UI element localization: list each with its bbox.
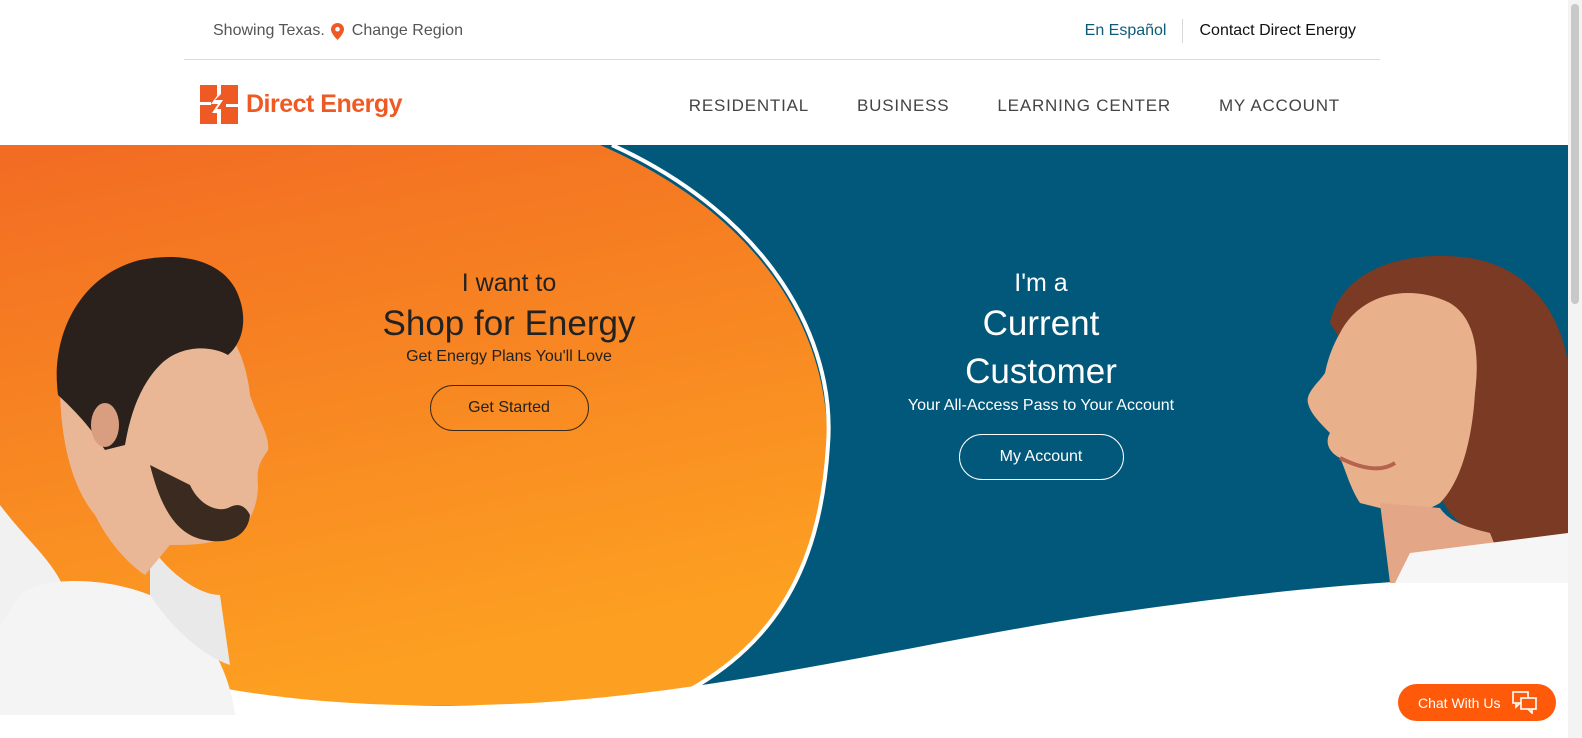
shop-subtitle: Get Energy Plans You'll Love xyxy=(406,348,612,365)
nav-item-residential[interactable]: RESIDENTIAL xyxy=(689,96,809,116)
nav-item-my-account[interactable]: MY ACCOUNT xyxy=(1219,96,1340,116)
woman-photo xyxy=(1307,255,1568,583)
hero-banner: I want to Shop for Energy Get Energy Pla… xyxy=(0,145,1568,738)
customer-headline-line1: Current xyxy=(982,304,1100,343)
showing-region-text: Showing Texas. xyxy=(213,22,325,39)
main-nav: RESIDENTIAL BUSINESS LEARNING CENTER MY … xyxy=(641,96,1340,116)
customer-kicker: I'm a xyxy=(1014,269,1068,297)
brand-logo[interactable]: Direct Energy xyxy=(200,84,403,124)
contact-link[interactable]: Contact Direct Energy xyxy=(1199,22,1356,40)
chat-with-us-button[interactable]: Chat With Us xyxy=(1398,684,1556,721)
nav-item-learning-center[interactable]: LEARNING CENTER xyxy=(997,96,1171,116)
customer-subtitle: Your All-Access Pass to Your Account xyxy=(907,397,1175,414)
utility-bar: Showing Texas. Change Region En Español … xyxy=(184,0,1380,60)
shop-kicker: I want to xyxy=(461,269,557,297)
shop-panel: I want to Shop for Energy Get Energy Pla… xyxy=(360,269,658,431)
my-account-button[interactable]: My Account xyxy=(958,434,1124,480)
change-region-link[interactable]: Change Region xyxy=(352,22,463,40)
shop-headline: Shop for Energy xyxy=(382,304,636,343)
brand-name: Direct Energy xyxy=(246,89,403,118)
nav-item-business[interactable]: BUSINESS xyxy=(857,96,949,116)
utility-divider xyxy=(1182,19,1184,43)
page-scrollbar[interactable] xyxy=(1568,0,1582,738)
get-started-button[interactable]: Get Started xyxy=(429,385,589,431)
scrollbar-thumb[interactable] xyxy=(1571,4,1579,304)
direct-energy-logo-mark xyxy=(200,84,238,124)
chat-bubbles-icon xyxy=(1512,691,1537,714)
utility-links: En Español Contact Direct Energy xyxy=(1085,19,1356,43)
customer-panel: I'm a Current Customer Your All-Access P… xyxy=(900,269,1182,480)
man-photo xyxy=(0,256,269,715)
location-pin-icon xyxy=(330,22,344,40)
customer-headline-line2: Customer xyxy=(965,352,1117,391)
chat-label: Chat With Us xyxy=(1418,694,1501,711)
spanish-language-link[interactable]: En Español xyxy=(1085,22,1183,40)
region-indicator: Showing Texas. Change Region xyxy=(213,22,463,40)
